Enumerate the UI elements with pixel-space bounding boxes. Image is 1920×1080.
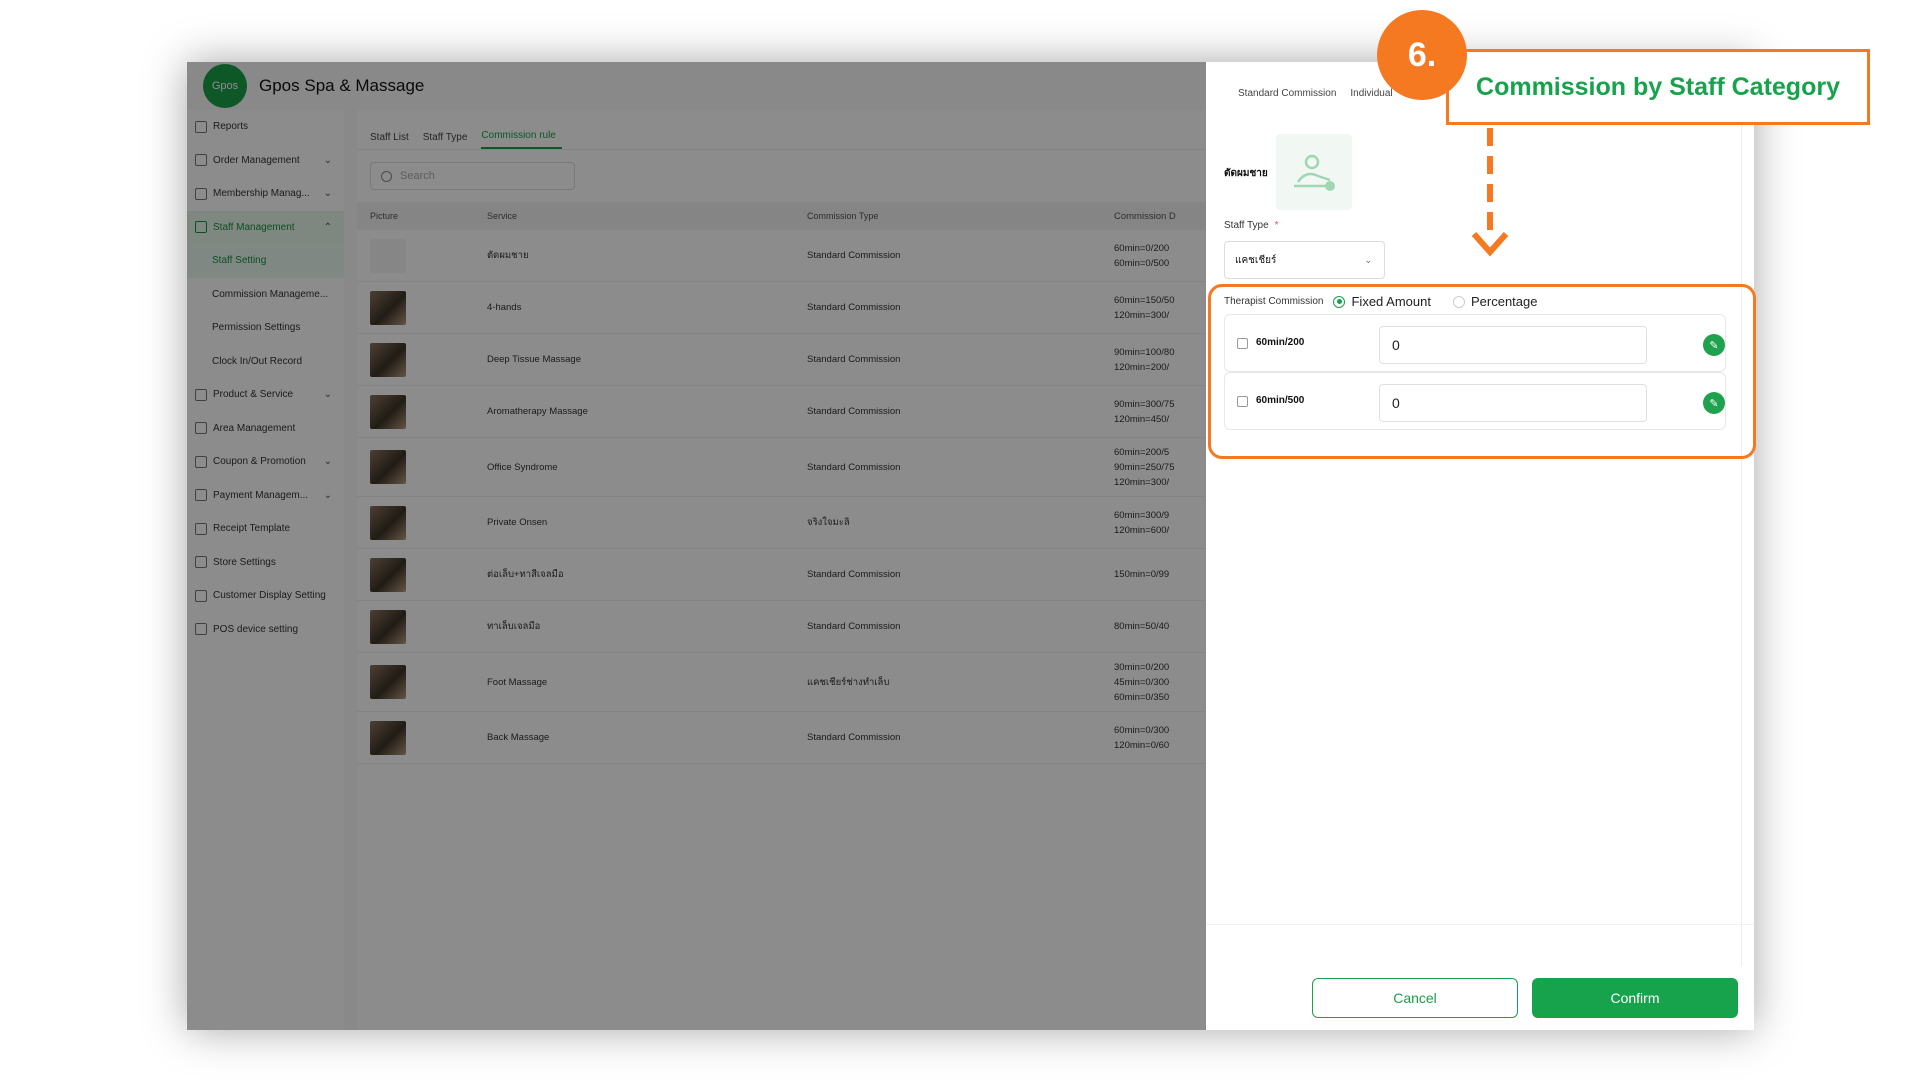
annotation-highlight-box [1208,284,1756,459]
annotation-callout: Commission by Staff Category [1446,49,1870,125]
app-window: Gpos Gpos Spa & Massage Reports Order Ma… [187,62,1754,1030]
modal-overlay[interactable] [187,62,1206,1030]
annotation-arrow-icon [1471,128,1509,257]
service-name: ตัดผมชาย [1224,168,1268,179]
cancel-button[interactable]: Cancel [1312,978,1518,1018]
annotation-callout-text: Commission by Staff Category [1476,72,1840,101]
tab-standard-commission[interactable]: Standard Commission [1238,88,1336,99]
annotation-step-badge: 6. [1377,10,1467,100]
chevron-down-icon: ⌄ [1364,254,1372,265]
staff-type-value: แคชเชียร์ [1235,254,1277,266]
staff-type-select[interactable]: แคชเชียร์ ⌄ [1224,241,1385,279]
tab-individual[interactable]: Individual [1350,88,1392,99]
staff-type-label: Staff Type * [1224,220,1279,231]
drawer-tabs: Standard Commission Individual [1238,88,1393,99]
required-mark: * [1274,220,1279,231]
confirm-button[interactable]: Confirm [1532,978,1738,1018]
staff-type-label-text: Staff Type [1224,220,1269,231]
footer-divider [1206,924,1754,925]
service-image [1276,134,1352,210]
background-page: Gpos Gpos Spa & Massage Reports Order Ma… [187,62,1206,1030]
massage-icon [1294,154,1335,191]
